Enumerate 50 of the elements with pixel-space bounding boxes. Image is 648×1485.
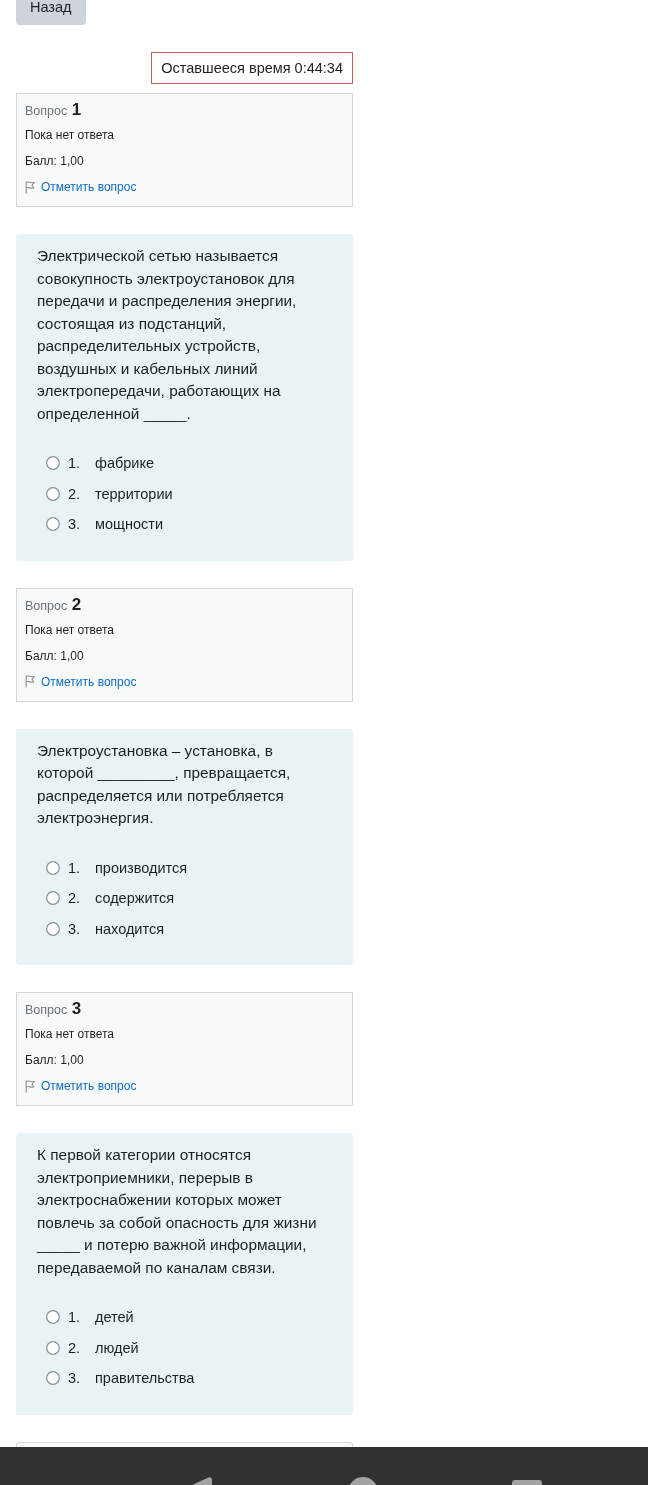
home-icon[interactable] — [348, 1477, 378, 1485]
option-text[interactable]: содержится — [95, 890, 175, 907]
option-text[interactable]: производится — [95, 859, 188, 876]
option-number: 2. — [68, 1339, 82, 1356]
radio-button[interactable] — [46, 517, 60, 532]
option-number: 2. — [68, 485, 82, 502]
question-text: Электроустановка – установка, в которой _________, превращается, распределяется или потребляется электроэнергия. — [37, 740, 292, 828]
answer-status: Пока нет ответа — [25, 1026, 114, 1043]
radio-button[interactable] — [46, 860, 60, 875]
back-icon[interactable] — [192, 1477, 212, 1485]
option-number: 2. — [68, 890, 82, 907]
radio-button[interactable] — [46, 1340, 60, 1355]
flag-icon — [25, 1079, 35, 1093]
question-number: Вопрос 2 — [25, 593, 82, 616]
question-grade: Балл: 1,00 — [25, 647, 84, 665]
option-number: 3. — [68, 1370, 82, 1387]
radio-button[interactable] — [46, 486, 60, 501]
radio-button[interactable] — [46, 921, 60, 936]
option-text[interactable]: фабрике — [95, 455, 155, 472]
answer-status: Пока нет ответа — [25, 127, 114, 144]
question-grade: Балл: 1,00 — [25, 153, 84, 170]
flag-icon — [25, 180, 35, 194]
question-text: К первой категории относятся электроприемники, перерыв в электроснабжении которых может повлечь за собой опасность для жизни _____ и потерю важной информации, передаваемой по каналам связи. — [37, 1145, 318, 1278]
option-text[interactable]: находится — [95, 920, 165, 937]
flag-icon — [25, 675, 35, 688]
answer-status: Пока нет ответа — [25, 621, 114, 639]
question-text: Электрической сетью называется совокупность электроустановок для передачи и распределения энергии, состоящая из подстанций, распределительных устройств, воздушных и кабельных линий электропередачи, работающих на определенной _____. — [37, 246, 298, 424]
timer: Оставшееся время 0:44:34 — [151, 52, 353, 84]
radio-button[interactable] — [46, 891, 60, 906]
option-number: 1. — [68, 1309, 82, 1326]
option-text[interactable]: детей — [95, 1309, 134, 1326]
option-number: 3. — [68, 516, 82, 533]
recents-icon[interactable] — [512, 1480, 542, 1485]
option-number: 1. — [68, 455, 82, 472]
back-button[interactable]: Назад — [16, 0, 86, 25]
radio-button[interactable] — [46, 1371, 60, 1386]
flag-question-link[interactable]: Отметить вопрос — [25, 1076, 137, 1096]
question-number: Вопрос 3 — [25, 998, 82, 1020]
radio-button[interactable] — [46, 456, 60, 471]
question-grade: Балл: 1,00 — [25, 1052, 84, 1069]
flag-question-link[interactable]: Отметить вопрос — [25, 177, 137, 197]
option-text[interactable]: территории — [95, 485, 173, 502]
radio-button[interactable] — [46, 1310, 60, 1325]
flag-question-link[interactable]: Отметить вопрос — [25, 671, 137, 692]
option-text[interactable]: людей — [95, 1339, 139, 1356]
option-text[interactable]: правительства — [95, 1370, 195, 1387]
option-number: 3. — [68, 920, 82, 937]
option-number: 1. — [68, 859, 82, 876]
question-number: Вопрос 1 — [25, 99, 82, 121]
option-text[interactable]: мощности — [95, 516, 164, 533]
